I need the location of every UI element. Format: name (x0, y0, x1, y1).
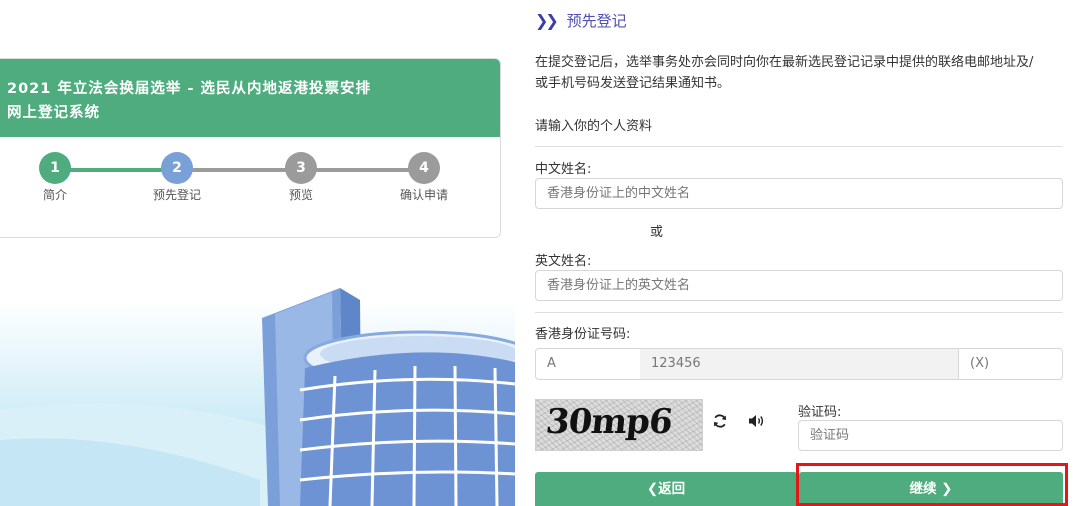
english-name-label: 英文姓名: (535, 254, 592, 269)
audio-speaker-icon[interactable] (746, 413, 768, 435)
system-card: 2021 年立法会换届选举 - 选民从内地返港投票安排 网上登记系统 1 简介 … (0, 58, 501, 238)
system-title-line1: 2021 年立法会换届选举 - 选民从内地返港投票安排 (7, 81, 372, 97)
step-label: 预览 (288, 188, 313, 202)
notice-line1: 在提交登记后，选举事务处亦会同时向你在最新选民登记记录中提供的联络电邮地址及/ (535, 55, 1034, 70)
chinese-name-label: 中文姓名: (535, 162, 592, 177)
captcha-text: 30mp6 (543, 402, 674, 442)
continue-button-label: 继续 (909, 481, 937, 497)
double-chevron-right-icon: ❯❯ (535, 11, 559, 30)
step-confirm: 4 确认申请 (364, 152, 484, 203)
hkid-digits-input[interactable]: 123456 (640, 348, 959, 380)
refresh-icon[interactable] (709, 413, 731, 435)
hkid-check-digit-input[interactable]: (X) (958, 348, 1063, 380)
left-panel: 2021 年立法会换届选举 - 选民从内地返港投票安排 网上登记系统 1 简介 … (0, 0, 515, 506)
captcha-image: 30mp6 (535, 399, 703, 451)
step-number: 3 (285, 152, 317, 184)
system-title-line2: 网上登记系统 (7, 105, 100, 121)
system-title: 2021 年立法会换届选举 - 选民从内地返港投票安排 网上登记系统 (0, 59, 500, 137)
captcha-label: 验证码: (798, 405, 842, 420)
form-panel: ❯❯ 预先登记 在提交登记后，选举事务处亦会同时向你在最新选民登记记录中提供的联… (520, 0, 1080, 506)
step-label: 预先登记 (152, 188, 201, 202)
step-intro: 1 简介 (0, 152, 115, 203)
step-label: 确认申请 (399, 188, 448, 202)
continue-button[interactable]: 继续 ❯ (799, 472, 1063, 506)
section-heading: ❯❯ 预先登记 (535, 10, 627, 31)
or-separator: 或 (650, 225, 664, 240)
hkid-input-group: A 123456 (X) (535, 348, 1063, 380)
divider (535, 146, 1063, 147)
notice-line2: 或手机号码发送登记结果通知书。 (535, 76, 731, 91)
chinese-name-input[interactable]: 香港身份证上的中文姓名 (535, 178, 1063, 209)
back-button[interactable]: ❮返回 (535, 472, 797, 506)
step-number: 4 (408, 152, 440, 184)
hkid-label: 香港身份证号码: (535, 327, 631, 342)
divider (535, 312, 1063, 313)
hkid-prefix-input[interactable]: A (535, 348, 641, 380)
captcha-input[interactable]: 验证码 (798, 420, 1063, 451)
chevron-left-icon: ❮ (646, 481, 659, 497)
step-pre-register: 2 预先登记 (117, 152, 237, 203)
back-button-label: 返回 (658, 481, 686, 497)
step-preview: 3 预览 (241, 152, 361, 203)
step-number: 2 (161, 152, 193, 184)
step-label: 简介 (42, 188, 67, 202)
section-title-text: 预先登记 (566, 12, 627, 30)
english-name-input[interactable]: 香港身份证上的英文姓名 (535, 270, 1063, 301)
progress-steps: 1 简介 2 预先登记 3 预览 4 确认申请 (0, 137, 500, 237)
legco-building-illustration (0, 288, 515, 506)
chevron-right-icon: ❯ (936, 481, 953, 497)
notice-text: 在提交登记后，选举事务处亦会同时向你在最新选民登记记录中提供的联络电邮地址及/ … (535, 52, 1065, 94)
step-number: 1 (39, 152, 71, 184)
personal-info-heading: 请输入你的个人资料 (535, 119, 653, 134)
